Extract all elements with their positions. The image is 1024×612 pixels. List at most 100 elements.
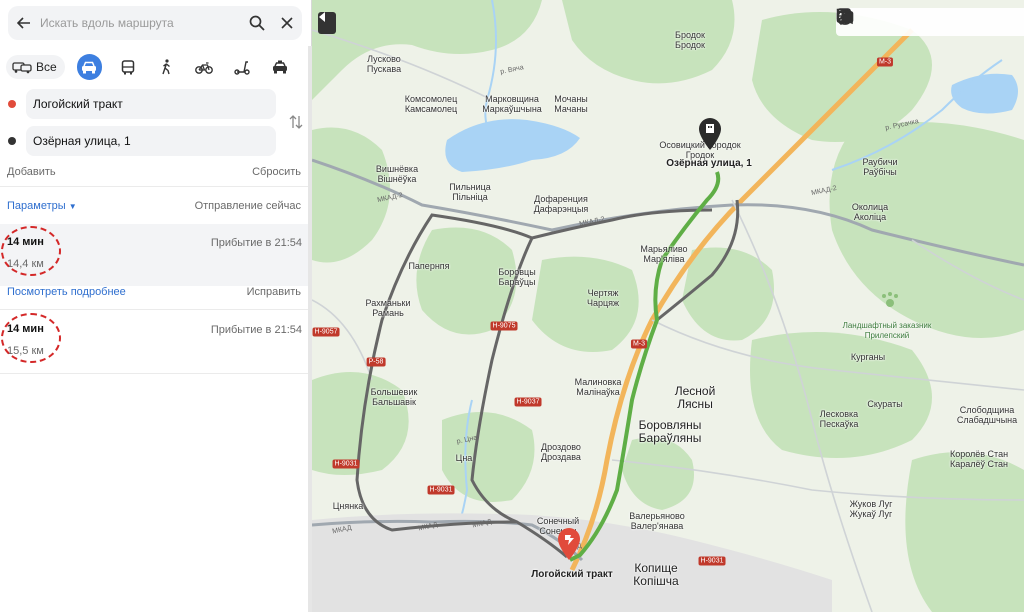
bicycle-icon <box>195 61 213 74</box>
place-name: Папернпя <box>408 261 450 271</box>
place-alt-name: Маркаўшчына <box>482 104 542 114</box>
map-mode-button[interactable] <box>837 8 900 36</box>
departure-select[interactable]: Отправление сейчас <box>195 200 301 212</box>
params-label: Параметры <box>7 200 66 212</box>
place-alt-name: Раўбічы <box>863 167 897 177</box>
route-option-2[interactable]: 14 мин 15,5 км Прибытие в 21:54 <box>0 311 312 373</box>
to-field[interactable]: Озёрная улица, 1 <box>26 126 276 156</box>
road-number-badge: Н-9037 <box>514 397 542 407</box>
place-name: Большевик <box>370 387 418 397</box>
road-number-badge: Н-9031 <box>698 556 726 566</box>
place-name: Раубичи <box>862 157 898 167</box>
chevron-left-icon <box>319 12 325 22</box>
car-bus-icon <box>12 62 32 74</box>
transport-modes: Все <box>6 54 306 80</box>
transit-button[interactable] <box>837 8 960 36</box>
place-name: Слободщина <box>959 405 1015 415</box>
start-marker-icon <box>8 100 16 108</box>
ruler-button[interactable] <box>836 8 1020 36</box>
route-search-input[interactable] <box>40 16 242 30</box>
place-alt-name: Бальшавік <box>372 397 416 407</box>
mode-taxi-button[interactable] <box>268 54 293 80</box>
place-label: Вишнёвка Вішнёўка <box>376 164 418 184</box>
divider <box>0 373 312 374</box>
place-alt-name: Мачаны <box>554 104 588 114</box>
car-icon <box>82 61 97 73</box>
place-name: Вишнёвка <box>375 164 419 174</box>
place-label: Курганы <box>851 352 885 362</box>
collapse-panel-button[interactable] <box>318 12 336 34</box>
place-name: Валерьяново <box>629 511 685 521</box>
destination-map-label: Озёрная улица, 1 <box>666 158 752 169</box>
place-name: Пильница <box>449 182 491 192</box>
mode-all-label: Все <box>36 60 57 74</box>
place-label: Скураты <box>867 399 902 409</box>
place-name: Дофаренция <box>534 194 588 204</box>
search-button[interactable] <box>242 6 272 40</box>
place-label: Цнянка <box>333 501 364 511</box>
place-label: Марьяливо Мар'яліва <box>640 244 687 264</box>
route-arrival: Прибытие в 21:54 <box>210 324 302 336</box>
place-label: Слободщина Слабадшчына <box>957 405 1017 425</box>
place-name: Дроздово <box>541 442 581 452</box>
reset-link[interactable]: Сбросить <box>252 166 301 178</box>
mode-all-button[interactable]: Все <box>6 55 65 79</box>
place-label: Боровцы Бараўцы <box>498 267 535 287</box>
start-pin[interactable] <box>555 527 583 561</box>
place-name: Чертяж <box>587 288 619 298</box>
reserve-label: Ландшафтный заказник Прилепский <box>842 321 932 340</box>
place-label: Жуков Луг Жукаў Луг <box>850 499 893 519</box>
params-dropdown[interactable]: Параметры ▼ <box>7 200 77 212</box>
road-number-badge: Р-58 <box>366 357 386 367</box>
close-button[interactable] <box>272 6 302 40</box>
params-row: Параметры ▼ Отправление сейчас <box>7 200 301 212</box>
place-name: Скураты <box>867 399 903 409</box>
swap-points-button[interactable] <box>286 110 306 134</box>
place-alt-name: Пускава <box>366 64 402 74</box>
place-name: Королёв Стан <box>949 449 1009 459</box>
place-alt-name: Мар'яліва <box>643 254 685 264</box>
route-option-1[interactable]: 14 мин 14,4 км Прибытие в 21:54 <box>0 224 312 286</box>
place-name: Рахманьки <box>365 298 411 308</box>
place-label: Околица Аколіца <box>852 202 888 222</box>
search-icon <box>249 15 265 31</box>
place-label: Королёв Стан Каралёў Стан <box>950 449 1008 469</box>
place-alt-name: Пільніца <box>452 192 488 202</box>
panorama-button[interactable] <box>836 8 930 36</box>
place-name: Околица <box>851 202 889 212</box>
map-toolbar <box>836 8 1024 36</box>
place-label: Цна <box>456 453 473 463</box>
place-label: Дроздово Дроздава <box>541 442 581 462</box>
place-alt-name: Пескаўка <box>819 419 859 429</box>
traffic-button[interactable] <box>836 8 990 36</box>
place-label: Лусково Пускава <box>367 54 401 74</box>
route-distance: 15,5 км <box>7 345 44 357</box>
road-number-badge: М-3 <box>630 339 648 349</box>
taxi-icon <box>273 60 288 74</box>
mode-scooter-button[interactable] <box>230 54 255 80</box>
place-alt-name: Рамань <box>372 308 404 318</box>
place-alt-name: Камсамолец <box>404 104 458 114</box>
place-label: Мочаны Мачаны <box>554 94 588 114</box>
destination-pin[interactable] <box>696 117 724 151</box>
mode-car-button[interactable] <box>76 54 102 80</box>
add-point-link[interactable]: Добавить <box>7 166 56 178</box>
details-link[interactable]: Посмотреть подробнее <box>7 286 126 298</box>
close-icon <box>281 17 293 29</box>
mode-bike-button[interactable] <box>191 54 216 80</box>
back-button[interactable] <box>8 6 40 40</box>
place-name: Лесковка <box>819 409 859 419</box>
mode-bus-button[interactable] <box>115 54 140 80</box>
place-alt-name: Вішнёўка <box>377 174 417 184</box>
fix-link[interactable]: Исправить <box>247 286 301 298</box>
place-alt-name: Бродок <box>675 40 705 50</box>
place-name: Комсомолец <box>404 94 458 104</box>
place-alt-name: Малінаўка <box>576 387 620 397</box>
from-field[interactable]: Логойский тракт <box>26 89 276 119</box>
map-canvas[interactable]: Бродок Бродок Лусково Пускава Комсомолец Камс… <box>312 0 1024 612</box>
route-time: 14 мин <box>7 323 44 335</box>
mode-walk-button[interactable] <box>153 54 178 80</box>
route-1-links: Посмотреть подробнее Исправить <box>7 286 301 298</box>
town-alt-name: Копішча <box>633 574 679 588</box>
town-alt-name: Бараўляны <box>638 431 702 445</box>
